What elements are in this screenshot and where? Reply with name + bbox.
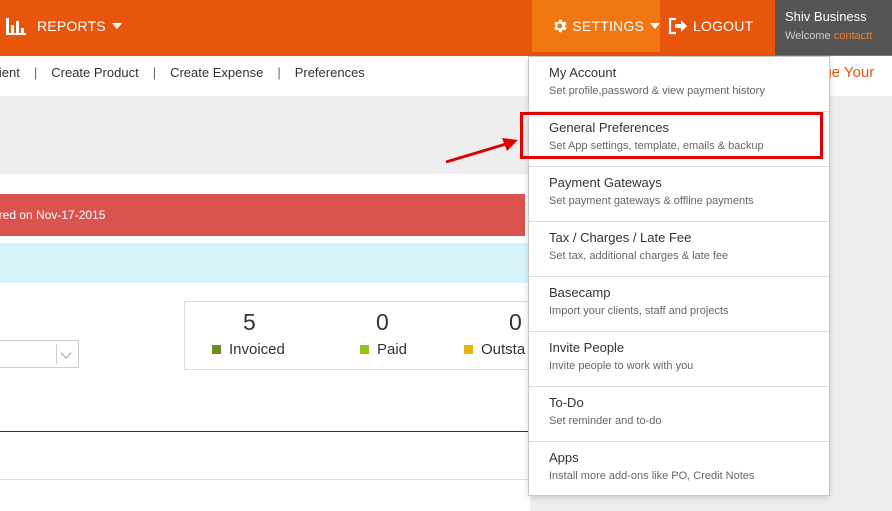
subnav-item-preferences[interactable]: Preferences xyxy=(281,65,379,80)
menu-item-title: Basecamp xyxy=(549,285,611,300)
subnav-item-client[interactable]: lient xyxy=(0,65,34,80)
chevron-down-icon xyxy=(111,23,122,29)
menu-item-payment-gateways[interactable]: Payment Gateways Set payment gateways & … xyxy=(529,167,829,222)
menu-item-invite-people[interactable]: Invite People Invite people to work with… xyxy=(529,332,829,387)
stat-invoiced[interactable]: 5 Invoiced xyxy=(212,309,285,358)
invoice-stats: 5 Invoiced 0 Paid 0 Outsta xyxy=(184,301,530,370)
highlight-box xyxy=(520,112,823,159)
stat-outstanding-label: Outsta xyxy=(481,341,526,358)
top-navigation-bar: REPORTS SETTINGS LOGOUT Shiv Business We… xyxy=(0,0,892,56)
reports-menu[interactable]: REPORTS xyxy=(0,0,122,52)
menu-item-basecamp[interactable]: Basecamp Import your clients, staff and … xyxy=(529,277,829,332)
menu-item-title: To-Do xyxy=(549,395,584,410)
settings-label: SETTINGS xyxy=(572,18,644,34)
menu-item-subtitle: Set profile,password & view payment hist… xyxy=(549,85,765,97)
menu-item-todo[interactable]: To-Do Set reminder and to-do xyxy=(529,387,829,442)
menu-item-subtitle: Install more add-ons like PO, Credit Not… xyxy=(549,470,755,482)
divider xyxy=(0,479,528,480)
menu-item-title: Payment Gateways xyxy=(549,175,662,190)
period-select[interactable] xyxy=(0,340,79,368)
menu-item-title: My Account xyxy=(549,65,617,80)
annotation-arrow-icon xyxy=(445,138,518,164)
stat-paid-label: Paid xyxy=(377,341,408,358)
menu-item-subtitle: Import your clients, staff and projects xyxy=(549,305,729,317)
expiry-alert: ired on Nov-17-2015 xyxy=(0,194,525,236)
stat-paid[interactable]: 0 Paid xyxy=(360,309,407,358)
expiry-alert-text: ired on Nov-17-2015 xyxy=(0,208,106,222)
subnav-item-create-expense[interactable]: Create Expense xyxy=(156,65,277,80)
username: contactt xyxy=(833,30,873,42)
business-name: Shiv Business xyxy=(785,9,867,24)
settings-menu[interactable]: SETTINGS xyxy=(532,0,660,52)
menu-item-subtitle: Invite people to work with you xyxy=(549,360,694,372)
legend-square-icon xyxy=(212,345,221,354)
menu-item-title: Invite People xyxy=(549,340,625,355)
subnav-item-create-product[interactable]: Create Product xyxy=(37,65,152,80)
stat-invoiced-label: Invoiced xyxy=(229,341,285,358)
menu-item-subtitle: Set tax, additional charges & late fee xyxy=(549,250,729,262)
divider xyxy=(0,431,528,432)
stat-invoiced-value: 5 xyxy=(243,309,256,335)
menu-item-my-account[interactable]: My Account Set profile,password & view p… xyxy=(529,57,829,112)
stat-paid-value: 0 xyxy=(376,309,389,335)
chevron-down-icon xyxy=(650,23,660,29)
menu-item-title: Apps xyxy=(549,450,579,465)
stat-outstanding[interactable]: 0 Outsta xyxy=(464,309,525,358)
menu-item-title: Tax / Charges / Late Fee xyxy=(549,230,692,245)
welcome-text: Welcome contactt xyxy=(785,30,873,42)
account-panel[interactable]: Shiv Business Welcome contactt xyxy=(775,0,892,55)
logout-button[interactable]: LOGOUT xyxy=(668,0,753,52)
chevron-down-icon xyxy=(56,344,78,364)
menu-item-apps[interactable]: Apps Install more add-ons like PO, Credi… xyxy=(529,442,829,497)
legend-square-icon xyxy=(360,345,369,354)
menu-item-subtitle: Set reminder and to-do xyxy=(549,415,662,427)
menu-item-tax-charges[interactable]: Tax / Charges / Late Fee Set tax, additi… xyxy=(529,222,829,277)
bar-chart-icon xyxy=(6,18,28,35)
info-alert xyxy=(0,243,530,283)
gear-icon xyxy=(554,19,567,33)
menu-item-subtitle: Set payment gateways & offline payments xyxy=(549,195,754,207)
logout-label: LOGOUT xyxy=(693,18,754,34)
reports-label: REPORTS xyxy=(37,18,106,34)
legend-square-icon xyxy=(464,345,473,354)
logout-icon xyxy=(668,17,687,35)
stat-outstanding-value: 0 xyxy=(509,309,522,335)
